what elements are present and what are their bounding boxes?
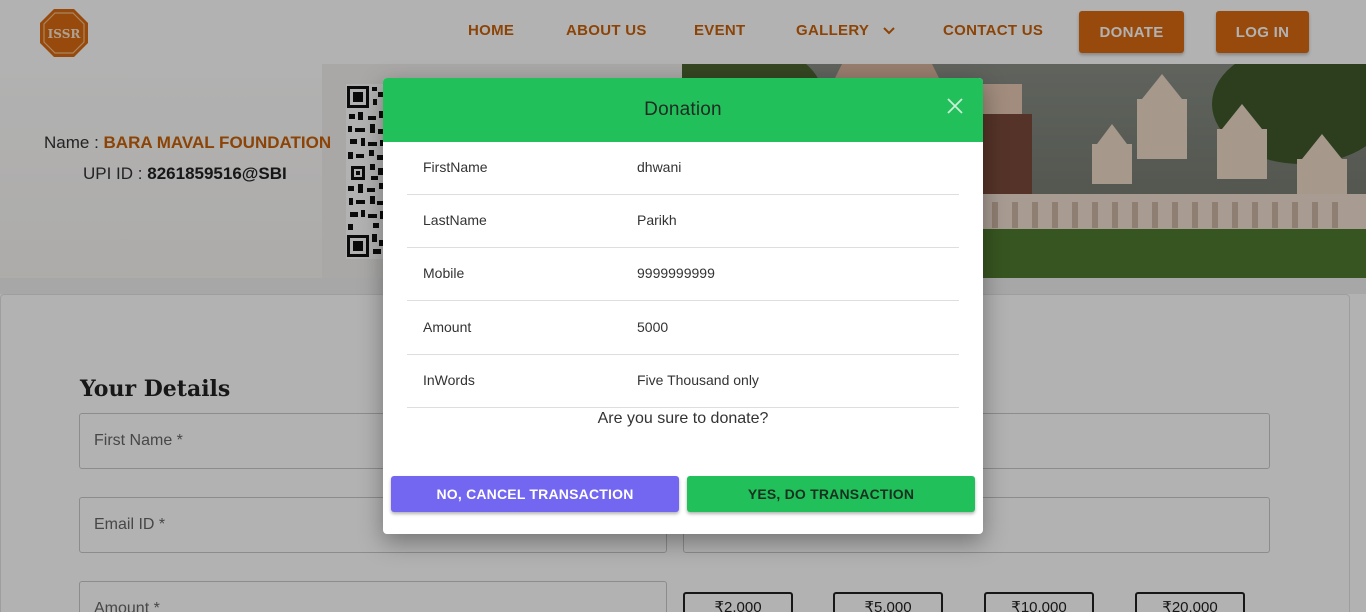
- detail-row-mobile: Mobile 9999999999: [407, 248, 959, 301]
- detail-value: 5000: [637, 319, 669, 335]
- cancel-transaction-button[interactable]: NO, CANCEL TRANSACTION: [391, 476, 679, 512]
- donation-modal: Donation FirstName dhwani LastName Parik…: [383, 78, 983, 534]
- detail-label: Mobile: [423, 265, 465, 281]
- detail-label: InWords: [423, 372, 475, 388]
- detail-value: dhwani: [637, 159, 682, 175]
- modal-title: Donation: [644, 99, 722, 120]
- close-icon[interactable]: [947, 98, 963, 114]
- detail-row-inwords: InWords Five Thousand only: [407, 355, 959, 408]
- detail-value: Parikh: [637, 212, 677, 228]
- detail-value: Five Thousand only: [637, 372, 759, 388]
- detail-value: 9999999999: [637, 265, 715, 281]
- detail-row-lastname: LastName Parikh: [407, 195, 959, 248]
- modal-header: Donation: [383, 78, 983, 142]
- detail-row-firstname: FirstName dhwani: [407, 142, 959, 195]
- detail-label: FirstName: [423, 159, 488, 175]
- detail-label: Amount: [423, 319, 472, 335]
- confirm-transaction-button[interactable]: YES, DO TRANSACTION: [687, 476, 975, 512]
- confirm-question: Are you sure to donate?: [597, 410, 769, 427]
- detail-row-amount: Amount 5000: [407, 302, 959, 355]
- detail-label: LastName: [423, 212, 487, 228]
